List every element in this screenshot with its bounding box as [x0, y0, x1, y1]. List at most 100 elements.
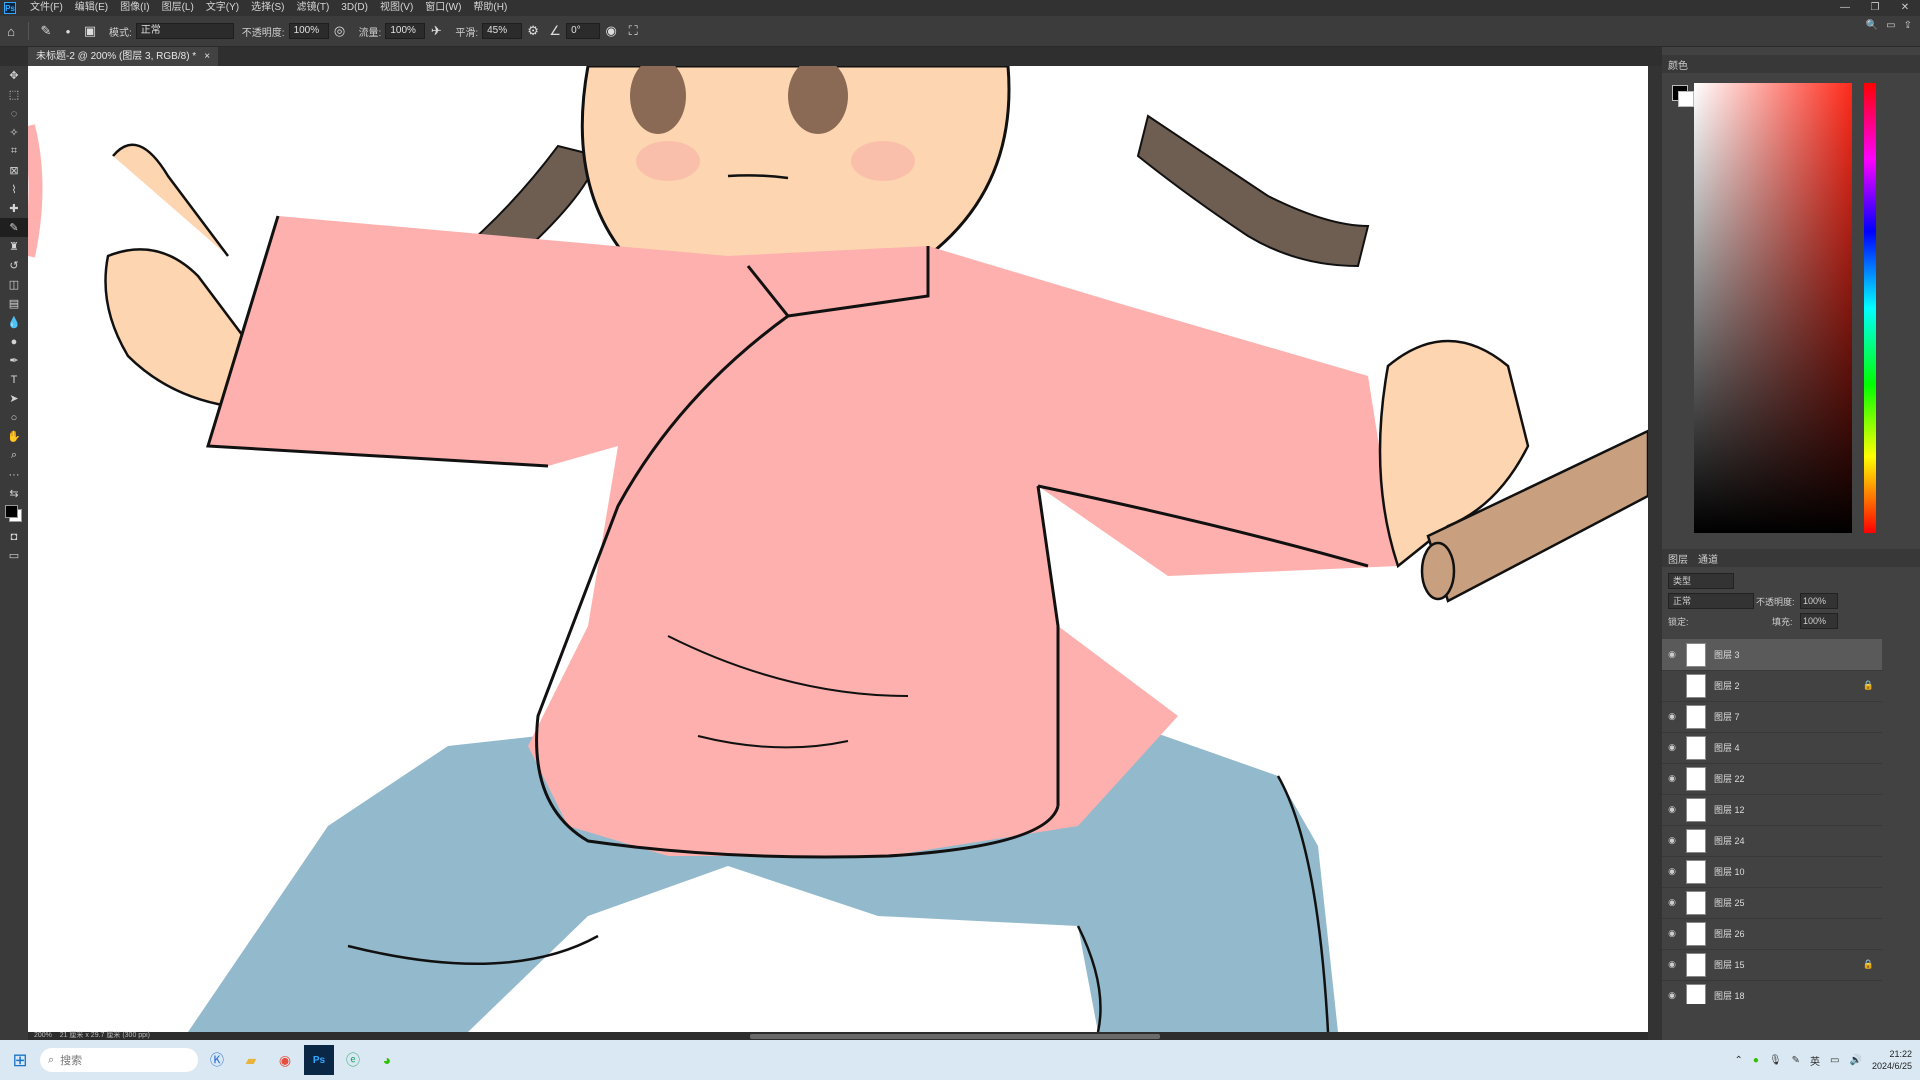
layer-row[interactable]: ◉ 图层 4 — [1662, 732, 1882, 764]
magic-wand-tool-icon[interactable]: ✧ — [0, 123, 28, 142]
pen-tool-icon[interactable]: ✒ — [0, 351, 28, 370]
windows-start-icon[interactable]: ⊞ — [0, 1050, 40, 1071]
brush-settings-icon[interactable]: ▣ — [79, 20, 101, 42]
angle-field[interactable]: 0° — [566, 23, 601, 39]
layer-row[interactable]: ◉ 图层 15 🔒 — [1662, 949, 1882, 981]
visibility-eye-icon[interactable]: ◉ — [1662, 897, 1682, 908]
dodge-tool-icon[interactable]: ● — [0, 332, 28, 351]
color-panel-tab[interactable]: 颜色 — [1668, 57, 1688, 72]
document-tab-close[interactable]: × — [204, 47, 210, 66]
layer-row[interactable]: ◉ 图层 7 — [1662, 701, 1882, 733]
blend-mode-select[interactable]: 正常 — [1668, 593, 1754, 609]
app-k-icon[interactable]: Ⓚ — [202, 1045, 232, 1075]
menu-image[interactable]: 图像(I) — [114, 0, 155, 16]
frame-tool-icon[interactable]: ⊠ — [0, 161, 28, 180]
flow-field[interactable]: 100% — [385, 23, 426, 39]
close-button[interactable]: ✕ — [1890, 0, 1920, 16]
menu-file[interactable]: 文件(F) — [24, 0, 69, 16]
home-icon[interactable]: ⌂ — [0, 20, 22, 42]
healing-tool-icon[interactable]: ✚ — [0, 199, 28, 218]
volume-icon[interactable]: 🔊 — [1850, 1055, 1862, 1066]
eraser-tool-icon[interactable]: ◫ — [0, 275, 28, 294]
file-explorer-icon[interactable]: ▰ — [236, 1045, 266, 1075]
hue-slider[interactable] — [1864, 83, 1876, 533]
visibility-eye-icon[interactable]: ◉ — [1662, 866, 1682, 877]
layer-row[interactable]: ◉ 图层 3 — [1662, 639, 1882, 671]
zoom-tool-icon[interactable]: ⌕ — [0, 446, 28, 465]
smoothing-field[interactable]: 45% — [482, 23, 523, 39]
marquee-tool-icon[interactable]: ⬚ — [0, 85, 28, 104]
gear-icon[interactable]: ⚙ — [522, 20, 544, 42]
chrome-icon[interactable]: ◉ — [270, 1045, 300, 1075]
ime-indicator[interactable]: 英 — [1810, 1053, 1820, 1068]
visibility-eye-icon[interactable]: ◉ — [1662, 835, 1682, 846]
visibility-eye-icon[interactable]: ◉ — [1662, 928, 1682, 939]
layer-filter-select[interactable]: 类型 — [1668, 573, 1734, 589]
visibility-eye-icon[interactable]: ◉ — [1662, 649, 1682, 660]
crop-tool-icon[interactable]: ⌗ — [0, 142, 28, 161]
menu-type[interactable]: 文字(Y) — [200, 0, 245, 16]
visibility-eye-icon[interactable]: ◉ — [1662, 711, 1682, 722]
visibility-eye-icon[interactable]: ◉ — [1662, 742, 1682, 753]
fill-field[interactable]: 100% — [1800, 613, 1838, 629]
share-icon[interactable]: ⇪ — [1904, 20, 1912, 31]
ellipse-tool-icon[interactable]: ○ — [0, 408, 28, 427]
search-icon[interactable]: 🔍 — [1866, 20, 1878, 31]
tray-expand-icon[interactable]: ⌃ — [1735, 1055, 1743, 1066]
type-tool-icon[interactable]: T — [0, 370, 28, 389]
canvas[interactable] — [28, 66, 1648, 1032]
layer-row[interactable]: ◉ 图层 24 — [1662, 825, 1882, 857]
visibility-eye-icon[interactable]: ◉ — [1662, 804, 1682, 815]
color-swatches[interactable] — [0, 503, 28, 527]
brush-preset-icon[interactable]: • — [57, 20, 79, 42]
path-selection-tool-icon[interactable]: ➤ — [0, 389, 28, 408]
airbrush-icon[interactable]: ✈ — [425, 20, 447, 42]
restore-button[interactable]: ❐ — [1860, 0, 1890, 16]
wechat-icon[interactable]: ◕ — [372, 1045, 402, 1075]
layer-row[interactable]: ◉ 图层 25 — [1662, 887, 1882, 919]
lasso-tool-icon[interactable]: ◌ — [0, 104, 28, 123]
swap-colors-icon[interactable]: ⇆ — [0, 484, 28, 503]
tray-app-icon[interactable]: ● — [1753, 1055, 1759, 1066]
microphone-icon[interactable]: 🎙 — [1769, 1055, 1782, 1066]
menu-select[interactable]: 选择(S) — [245, 0, 290, 16]
opacity-field[interactable]: 100% — [288, 23, 329, 39]
symmetry-icon[interactable]: ⛶ — [622, 20, 644, 42]
pen-icon[interactable]: ✎ — [1792, 1055, 1800, 1066]
layer-row[interactable]: ◉ 图层 18 — [1662, 980, 1882, 1004]
layer-row[interactable]: ◉ 图层 22 — [1662, 763, 1882, 795]
eyedropper-tool-icon[interactable]: ⌇ — [0, 180, 28, 199]
layer-row[interactable]: ◉ 图层 10 — [1662, 856, 1882, 888]
browser-icon[interactable]: ⓔ — [338, 1045, 368, 1075]
menu-help[interactable]: 帮助(H) — [467, 0, 513, 16]
menu-view[interactable]: 视图(V) — [374, 0, 419, 16]
more-tools-icon[interactable]: ··· — [0, 465, 28, 484]
menu-layer[interactable]: 图层(L) — [156, 0, 200, 16]
network-icon[interactable]: ▭ — [1830, 1055, 1839, 1066]
stamp-tool-icon[interactable]: ♜ — [0, 237, 28, 256]
color-field[interactable] — [1694, 83, 1852, 533]
system-clock[interactable]: 21:22 2024/6/25 — [1872, 1048, 1912, 1072]
layer-row[interactable]: ◉ 图层 12 — [1662, 794, 1882, 826]
screen-mode-icon[interactable]: ▭ — [0, 546, 28, 565]
quick-mask-icon[interactable]: ◘ — [0, 527, 28, 546]
hand-tool-icon[interactable]: ✋ — [0, 427, 28, 446]
menu-3d[interactable]: 3D(D) — [335, 0, 374, 16]
tab-channels[interactable]: 通道 — [1698, 551, 1718, 566]
background-swatch[interactable] — [1678, 91, 1694, 107]
workspace-icon[interactable]: ▭ — [1886, 20, 1895, 31]
layer-row[interactable]: 图层 2 🔒 — [1662, 670, 1882, 702]
pressure-size-icon[interactable]: ◉ — [600, 20, 622, 42]
move-tool-icon[interactable]: ✥ — [0, 66, 28, 85]
zoom-level[interactable]: 200% — [34, 1032, 52, 1039]
history-brush-tool-icon[interactable]: ↺ — [0, 256, 28, 275]
brush-tool-icon[interactable]: ✎ — [0, 218, 28, 237]
pressure-opacity-icon[interactable]: ◎ — [329, 20, 351, 42]
document-tab[interactable]: 未标题-2 @ 200% (图层 3, RGB/8) * × — [28, 47, 219, 66]
mode-select[interactable]: 正常 — [135, 23, 234, 39]
menu-window[interactable]: 窗口(W) — [419, 0, 467, 16]
brush-tool-icon[interactable]: ✎ — [35, 20, 57, 42]
minimize-button[interactable]: — — [1830, 0, 1860, 16]
layer-row[interactable]: ◉ 图层 26 — [1662, 918, 1882, 950]
visibility-eye-icon[interactable]: ◉ — [1662, 959, 1682, 970]
